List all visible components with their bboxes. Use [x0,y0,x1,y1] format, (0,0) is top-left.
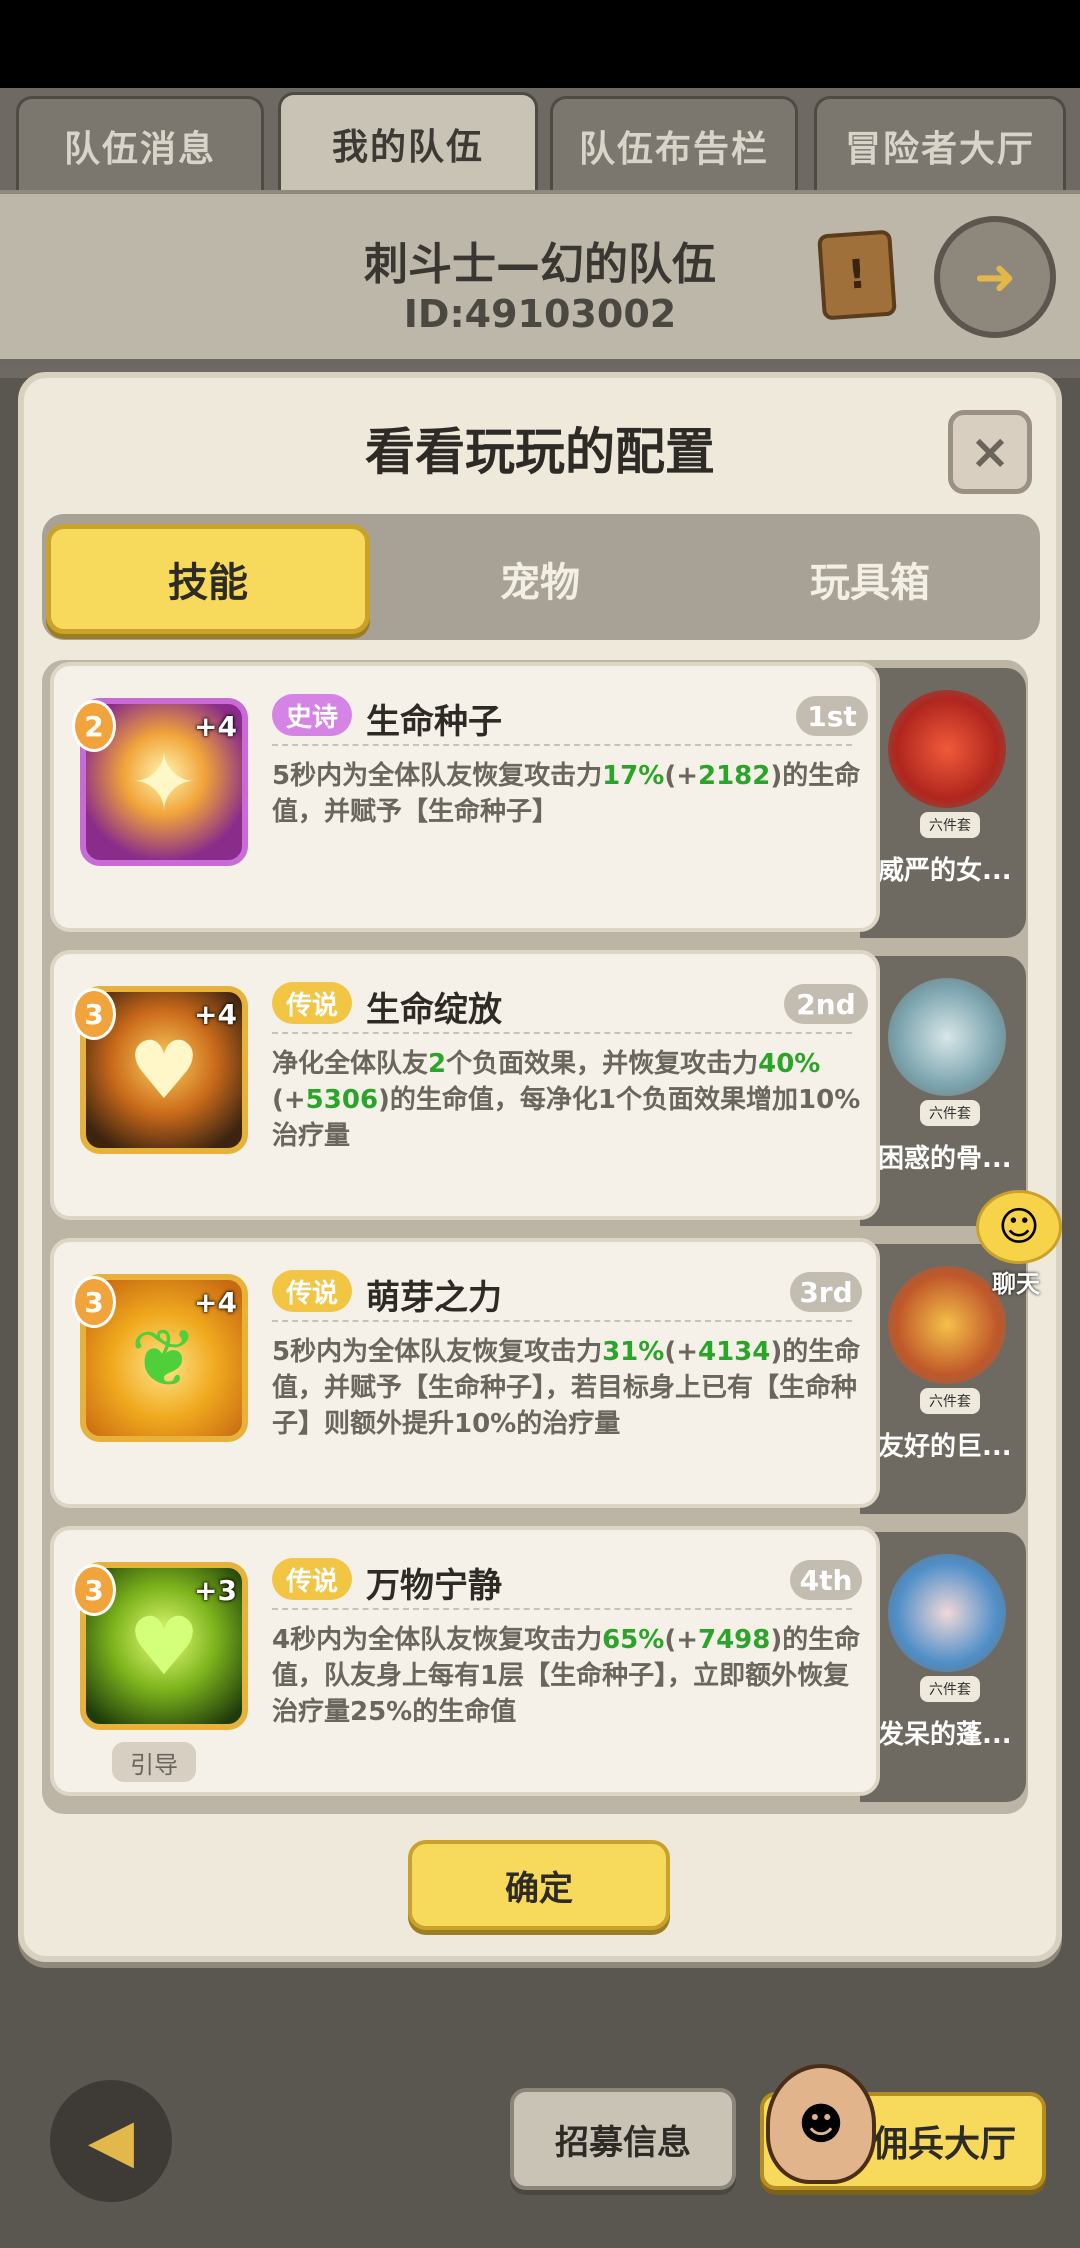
guide-tag: 引导 [112,1742,196,1782]
skill-rank: 2nd [784,984,868,1024]
skill-name: 生命绽放 [366,990,502,1030]
exit-team-icon[interactable]: ➜ [934,216,1056,338]
skill-description: 净化全体队友2个负面效果，并恢复攻击力40%(+5306)的生命值，每净化1个负… [272,1049,861,1151]
divider [272,1032,852,1034]
tab-skills[interactable]: 技能 [46,524,370,634]
skill-name: 万物宁静 [366,1566,502,1606]
divider [272,1608,852,1610]
tab-toybox[interactable]: 玩具箱 [710,524,1030,634]
status-bar [0,0,1080,88]
pet-set-tag: 六件套 [920,1388,980,1414]
skill-plus-level: +4 [194,710,237,743]
skill-level-badge: 2 [72,700,116,752]
rarity-badge: 传说 [272,1270,353,1312]
tab-my-team[interactable]: 我的队伍 [278,92,538,192]
skill-description: 4秒内为全体队友恢复攻击力65%(+7498)的生命值，队友身上每有1层【生命种… [272,1625,861,1727]
skill-name: 生命种子 [366,702,502,742]
close-button[interactable]: × [948,410,1032,494]
pet-avatar [888,690,1006,808]
confirm-button[interactable]: 确定 [408,1840,670,1930]
team-id: ID:49103002 [403,292,677,336]
team-name: 刺斗士—幻的队伍 [364,239,716,290]
tab-bar: 队伍消息 我的队伍 队伍布告栏 冒险者大厅 [0,92,1080,192]
skill-rank: 4th [790,1560,862,1600]
tab-adventurer-hall[interactable]: 冒险者大厅 [814,96,1066,192]
pet-avatar [888,1554,1006,1672]
pet-name: 友好的巨... [878,1432,1012,1462]
skill-plus-level: +4 [194,998,237,1031]
skill-description: 5秒内为全体队友恢复攻击力17%(+2182)的生命值，并赋予【生命种子】 [272,761,861,827]
skill-rank: 3rd [790,1272,862,1312]
pet-name: 发呆的蓬... [878,1720,1012,1750]
pet-set-tag: 六件套 [920,1676,980,1702]
chat-face-icon: ☺ [976,1190,1062,1264]
skill-rank: 1st [796,696,868,736]
skill-description: 5秒内为全体队友恢复攻击力31%(+4134)的生命值，并赋予【生命种子】，若目… [272,1337,861,1439]
rarity-badge: 传说 [272,1558,353,1600]
chat-label: 聊天 [992,1270,1040,1298]
dialog-title: 看看玩玩的配置 [365,423,715,481]
skill-level-badge: 3 [72,1564,116,1616]
tab-team-board[interactable]: 队伍布告栏 [550,96,798,192]
pet-avatar [888,978,1006,1096]
skill-name: 萌芽之力 [366,1278,502,1318]
skill-level-badge: 3 [72,988,116,1040]
skill-plus-level: +4 [194,1286,237,1319]
rarity-badge: 史诗 [272,694,353,736]
pet-name: 威严的女... [878,856,1012,886]
skill-level-badge: 3 [72,1276,116,1328]
rarity-badge: 传说 [272,982,353,1024]
skill-plus-level: +3 [194,1574,237,1607]
notice-scroll-icon[interactable]: ! [817,229,897,321]
divider [272,1320,852,1322]
back-arrow-icon[interactable]: ◀ [50,2080,172,2202]
caveman-character-icon: ☻ [766,2064,876,2184]
tab-pets[interactable]: 宠物 [380,524,700,634]
pet-name: 困惑的骨... [878,1144,1012,1174]
recruit-info-button[interactable]: 招募信息 [510,2088,736,2190]
divider [272,744,852,746]
pet-set-tag: 六件套 [920,1100,980,1126]
pet-set-tag: 六件套 [920,812,980,838]
chat-widget[interactable]: ☺ 聊天 [976,1190,1080,1298]
tab-team-messages[interactable]: 队伍消息 [16,96,264,192]
